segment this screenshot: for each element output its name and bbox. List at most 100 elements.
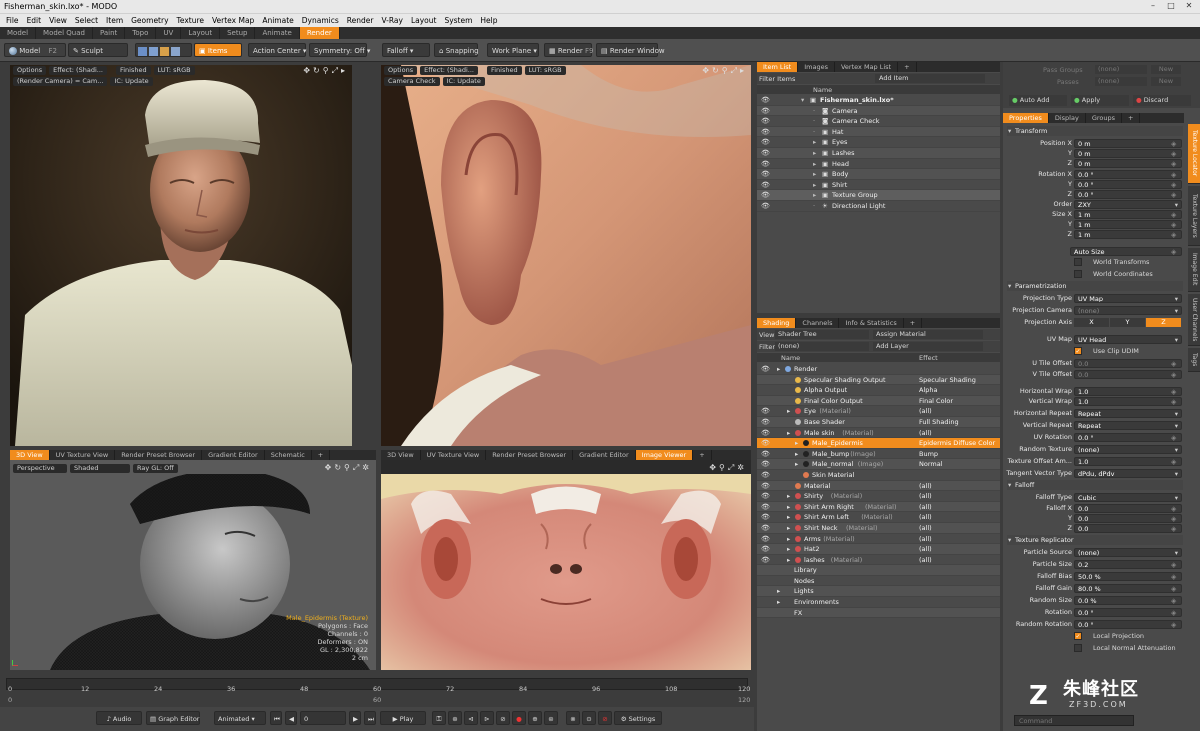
go-end-button[interactable]: ⏭ (364, 711, 376, 725)
viewport-nav-icons[interactable]: ✥↻⚲⤢▸ (702, 65, 747, 76)
shading-tab-1[interactable]: Channels (796, 318, 840, 328)
graph-editor-button[interactable]: ▤ Graph Editor (146, 711, 200, 725)
world-transforms-checkbox[interactable] (1074, 258, 1082, 266)
keyframe-icon[interactable]: ◈ (1171, 230, 1176, 240)
expand-icon[interactable]: · (813, 106, 815, 117)
perspective-dropdown[interactable]: Perspective (13, 464, 67, 473)
menu-texture[interactable]: Texture (177, 16, 204, 25)
loop-icon[interactable]: ⊜ (544, 711, 558, 725)
menu-render[interactable]: Render (347, 16, 374, 25)
key-all-icon[interactable]: ⊛ (448, 711, 462, 725)
item-list-tab-3[interactable]: + (898, 62, 917, 72)
falloff-x-field[interactable]: 0.0 (1074, 503, 1182, 513)
keyframe-icon[interactable]: ◈ (1171, 560, 1176, 570)
side-tab-1[interactable]: Texture Layers (1188, 186, 1200, 246)
rotation-x-field[interactable]: 0.0 ° (1074, 169, 1182, 179)
vp-br-tab-0[interactable]: 3D View (381, 450, 421, 460)
render-viewport-top-right[interactable]: Options Effect: (Shadi... Finished LUT: … (381, 65, 751, 446)
shader-row[interactable]: 👁 ▸ Arms (Material) (all) (757, 534, 1000, 545)
menu-animate[interactable]: Animate (262, 16, 293, 25)
vp-bl-tab-4[interactable]: Schematic (265, 450, 312, 460)
frame-field[interactable]: 0 (300, 711, 346, 725)
section-falloff[interactable]: Falloff (1007, 480, 1183, 490)
keyframe-icon[interactable]: ◈ (1171, 572, 1176, 582)
expand-icon[interactable]: ▸ (813, 169, 816, 180)
viewport-nav-icons[interactable]: ✥⚲⤢✲ (709, 462, 747, 473)
vp-tl-options[interactable]: Options (13, 66, 47, 75)
eye-icon[interactable]: 👁 (761, 190, 773, 201)
section-transform[interactable]: Transform (1007, 126, 1183, 136)
texture-offset-field[interactable]: 1.0 (1074, 456, 1182, 466)
eye-icon[interactable]: 👁 (761, 159, 773, 170)
expand-icon[interactable]: ▸ (787, 555, 790, 566)
key-selected-icon[interactable]: ⊘ (496, 711, 510, 725)
size-y-field[interactable]: 1 m (1074, 219, 1182, 229)
vp-bl-tab-1[interactable]: UV Texture View (50, 450, 116, 460)
u-tile-offset-field[interactable]: 0.0 (1074, 358, 1182, 368)
menu-item[interactable]: Item (106, 16, 123, 25)
stop-sim-icon[interactable]: ⊘ (598, 711, 612, 725)
expand-icon[interactable]: ▸ (787, 502, 790, 513)
passes-dropdown[interactable]: (none) (1095, 77, 1147, 86)
use-clip-udim-checkbox[interactable]: ✓ (1074, 347, 1082, 355)
shader-row[interactable]: 👁 ▸ Shirt Neck (Material) (all) (757, 522, 1000, 534)
vp-br-tab-5[interactable]: + (693, 450, 712, 460)
section-texture-replicator[interactable]: Texture Replicator (1007, 535, 1183, 545)
vp-tr-camera[interactable]: Camera Check (384, 77, 440, 86)
position-z-field[interactable]: 0 m (1074, 158, 1182, 168)
keyframe-icon[interactable]: ◈ (1171, 370, 1176, 380)
menu-select[interactable]: Select (75, 16, 98, 25)
random-size-field[interactable]: 0.0 % (1074, 595, 1182, 605)
vp-tl-effect[interactable]: Effect: (Shadi... (49, 66, 107, 75)
filter-items-field[interactable]: Filter Items (759, 75, 875, 83)
item-row[interactable]: 👁 ▸ ▣ Head (757, 159, 1000, 170)
shader-row[interactable]: 👁 ▸ Shirt Arm Right (Material) (all) (757, 501, 1000, 513)
layout-tab-paint[interactable]: Paint (93, 27, 126, 39)
raygl-toggle[interactable]: Ray GL: Off (133, 464, 178, 473)
falloff-z-field[interactable]: 0.0 (1074, 523, 1182, 533)
eye-icon[interactable]: 👁 (761, 544, 773, 555)
expand-icon[interactable]: ▾ (801, 95, 804, 106)
menu-vray[interactable]: V-Ray (381, 16, 402, 25)
key-icon[interactable]: ⚿ (432, 711, 446, 725)
material-select-icon[interactable] (171, 46, 180, 56)
sculpt-button[interactable]: ✎ Sculpt (68, 43, 128, 57)
expand-icon[interactable]: ▸ (813, 137, 816, 148)
projection-type-field[interactable]: UV Map (1074, 293, 1182, 303)
eye-icon[interactable]: 👁 (761, 148, 773, 159)
layout-tab-animate[interactable]: Animate (255, 27, 300, 39)
render-viewport-top-left[interactable]: Options Effect: (Shadi... Finished LUT: … (10, 65, 352, 446)
falloff-gain-field[interactable]: 80.0 % (1074, 583, 1182, 593)
menu-dynamics[interactable]: Dynamics (302, 16, 339, 25)
vp-tr-effect[interactable]: Effect: (Shadi... (420, 66, 478, 75)
shaded-dropdown[interactable]: Shaded (70, 464, 130, 473)
item-row[interactable]: 👁 · ◙ Camera Check (757, 116, 1000, 127)
cache-icon[interactable]: ⊗ (566, 711, 580, 725)
axis-x-button[interactable]: X (1074, 317, 1109, 327)
shader-row[interactable]: 👁 ▸ Eye (Material) (all) (757, 406, 1000, 417)
symmetry-dropdown[interactable]: Symmetry: Off ▾ (309, 43, 370, 57)
eye-icon[interactable]: 👁 (761, 491, 773, 502)
eye-icon[interactable]: 👁 (761, 406, 773, 417)
vp-tl-lut[interactable]: LUT: sRGB (153, 66, 195, 75)
command-input[interactable]: Command (1014, 715, 1134, 726)
vp-tl-camera[interactable]: (Render Camera) = Cam... (13, 77, 108, 86)
uv-rotation-field[interactable]: 0.0 ° (1074, 432, 1182, 442)
expand-icon[interactable]: ▸ (787, 491, 790, 502)
shader-row[interactable]: 👁 ▸ lashes (Material) (all) (757, 555, 1000, 566)
vp-tr-options[interactable]: Options (384, 66, 418, 75)
eye-icon[interactable]: 👁 (761, 180, 773, 191)
menu-layout[interactable]: Layout (411, 16, 437, 25)
keyframe-icon[interactable]: ◈ (1171, 397, 1176, 407)
assign-material-button[interactable]: Assign Material (873, 330, 983, 339)
render-button[interactable]: ▦ Render F9 (544, 43, 594, 57)
rotation-field[interactable]: 0.0 ° (1074, 607, 1182, 617)
shader-row[interactable]: Specular Shading Output Specular Shading (757, 374, 1000, 386)
discard-button[interactable]: ● Discard (1133, 95, 1191, 106)
shader-row[interactable]: 👁 ▸ Shirt Arm Left (Material) (all) (757, 512, 1000, 523)
tangent-vector-type-field[interactable]: dPdu, dPdv (1074, 468, 1182, 478)
pass-groups-new-button[interactable]: New (1151, 65, 1181, 74)
viewport-nav-icons[interactable]: ✥↻⚲⤢▸ (303, 65, 348, 76)
model-mode-button[interactable]: Model F2 (4, 43, 66, 57)
item-list-tab-0[interactable]: Item List (757, 62, 799, 72)
